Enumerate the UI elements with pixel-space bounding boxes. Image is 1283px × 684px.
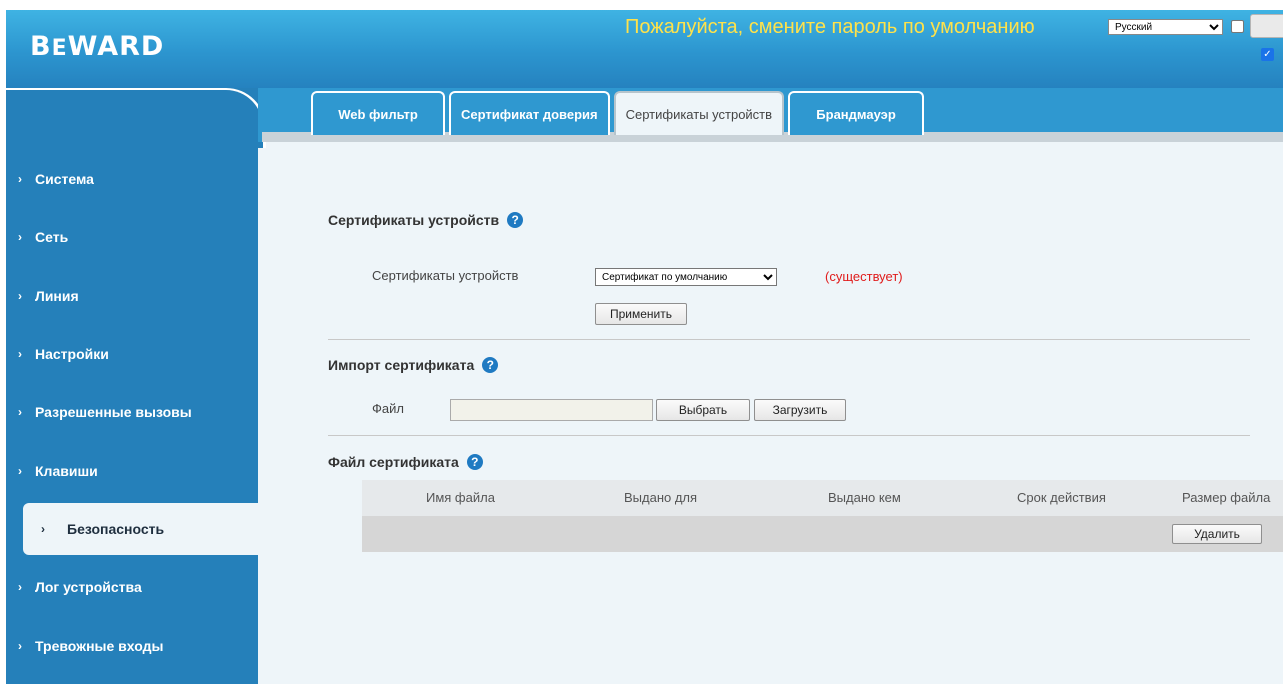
sidebar-item-label: Линия — [35, 287, 79, 304]
chevron-right-icon: › — [18, 172, 22, 187]
password-warning-banner: Пожалуйста, смените пароль по умолчанию — [625, 16, 1035, 38]
sidebar-item-line[interactable]: › Линия — [6, 267, 258, 325]
device-certs-section-title: Сертификаты устройств ? — [328, 212, 524, 228]
chevron-right-icon: › — [18, 638, 22, 653]
sidebar-top-tab — [6, 88, 266, 148]
import-section-title: Импорт сертификата ? — [328, 357, 499, 373]
file-label: Файл — [372, 401, 404, 416]
sidebar-item-label: Клавиши — [35, 462, 98, 479]
sidebar-item-label: Разрешенные вызовы — [35, 404, 192, 421]
section-title-text: Файл сертификата — [328, 454, 459, 470]
help-icon[interactable]: ? — [466, 454, 483, 470]
sidebar-item-label: Лог устройства — [35, 579, 142, 596]
chevron-right-icon: › — [41, 521, 45, 536]
chevron-right-icon: › — [18, 288, 22, 303]
delete-button[interactable]: Удалить — [1172, 524, 1262, 544]
section-divider — [328, 435, 1250, 436]
sidebar-item-label: Тревожные входы — [35, 637, 164, 654]
sidebar: › Система › Сеть › Линия › Настройки › Разреш… — [6, 88, 266, 684]
tab-web-filter[interactable]: Web фильтр — [311, 91, 445, 135]
column-header: Размер файла — [1182, 490, 1271, 505]
section-title-text: Импорт сертификата — [328, 357, 475, 373]
table-header: Имя файла Выдано для Выдано кем Срок дей… — [362, 480, 1283, 516]
sidebar-item-system[interactable]: › Система — [6, 150, 258, 208]
chevron-right-icon: › — [18, 347, 22, 362]
device-certs-label: Сертификаты устройств — [372, 268, 519, 283]
sidebar-item-settings[interactable]: › Настройки — [6, 325, 258, 383]
help-icon[interactable]: ? — [482, 357, 499, 373]
header-checkbox[interactable] — [1231, 20, 1244, 33]
language-select[interactable]: Русский — [1108, 19, 1223, 35]
column-header: Имя файла — [426, 490, 495, 505]
sidebar-item-keys[interactable]: › Клавиши — [6, 441, 258, 499]
cert-file-table: Имя файла Выдано для Выдано кем Срок дей… — [362, 480, 1283, 552]
tab-device-certificates[interactable]: Сертификаты устройств — [613, 91, 785, 135]
sidebar-item-device-log[interactable]: › Лог устройства — [6, 558, 258, 616]
column-header: Срок действия — [1017, 490, 1106, 505]
sidebar-item-network[interactable]: › Сеть — [6, 208, 258, 266]
table-row: Удалить — [362, 516, 1283, 552]
cert-status-text: (существует) — [825, 269, 903, 284]
chevron-right-icon: › — [18, 463, 22, 478]
sidebar-item-label: Настройки — [35, 346, 109, 363]
file-path-input[interactable] — [450, 399, 653, 421]
sidebar-item-allowed-calls[interactable]: › Разрешенные вызовы — [6, 383, 258, 441]
header: BEWARD Пожалуйста, смените пароль по умо… — [6, 10, 1283, 88]
chevron-right-icon: › — [18, 405, 22, 420]
browse-button[interactable]: Выбрать — [656, 399, 750, 421]
header-button[interactable] — [1250, 14, 1283, 38]
apply-button[interactable]: Применить — [595, 303, 687, 325]
logo: BEWARD — [30, 31, 165, 62]
sidebar-item-alarm-inputs[interactable]: › Тревожные входы — [6, 616, 258, 674]
column-header: Выдано кем — [828, 490, 901, 505]
help-icon[interactable]: ? — [507, 212, 524, 228]
tabs: Web фильтр Сертификат доверия Сертификат… — [311, 91, 925, 135]
tab-trusted-certificate[interactable]: Сертификат доверия — [449, 91, 610, 135]
sidebar-item-label: Сеть — [35, 229, 69, 246]
column-header: Выдано для — [624, 490, 698, 505]
sidebar-item-security[interactable]: › Безопасность — [23, 502, 258, 555]
header-checkbox-checked[interactable]: ✓ — [1261, 48, 1274, 61]
cert-file-section-title: Файл сертификата ? — [328, 454, 483, 470]
tab-firewall[interactable]: Брандмауэр — [788, 91, 925, 135]
sidebar-item-label: Безопасность — [67, 520, 165, 537]
sidebar-menu: › Система › Сеть › Линия › Настройки › Разреш… — [6, 150, 258, 675]
app-window: BEWARD Пожалуйста, смените пароль по умо… — [6, 10, 1283, 684]
chevron-right-icon: › — [18, 230, 22, 245]
device-cert-select[interactable]: Сертификат по умолчанию — [595, 268, 777, 286]
sidebar-item-label: Система — [35, 171, 94, 188]
chevron-right-icon: › — [18, 580, 22, 595]
section-divider — [328, 339, 1250, 340]
upload-button[interactable]: Загрузить — [754, 399, 846, 421]
section-title-text: Сертификаты устройств — [328, 212, 500, 228]
